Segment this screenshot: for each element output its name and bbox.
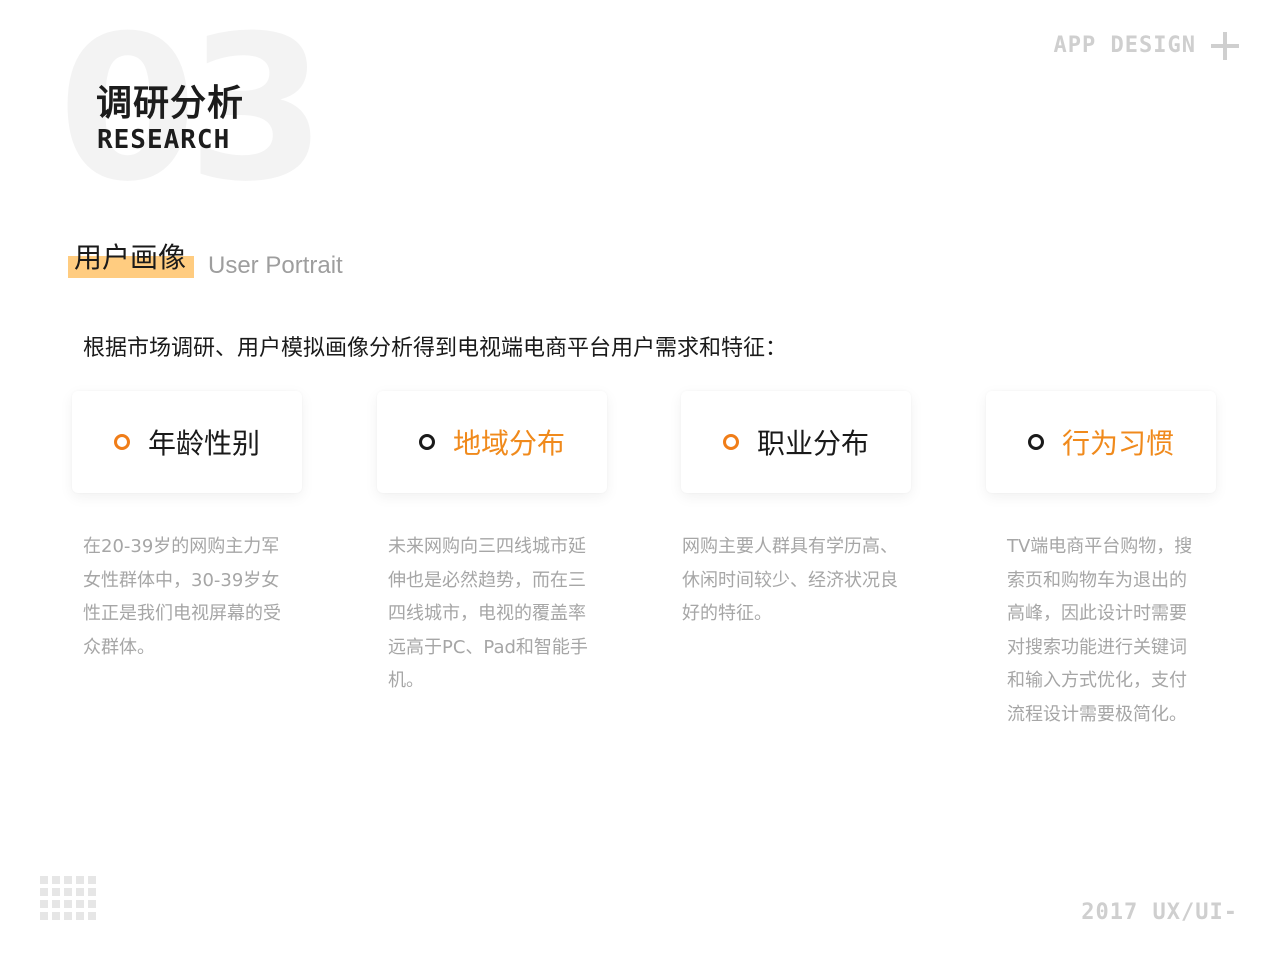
description-line: 和输入方式优化，支付: [1007, 670, 1187, 692]
description-line: 流程设计需要极简化。: [1007, 703, 1187, 725]
grid-dot: [52, 888, 60, 896]
card-label: 地域分布: [452, 427, 565, 460]
description-line: 高峰，因此设计时需要: [1007, 603, 1187, 625]
feature-card-behavior: 行为习惯: [986, 391, 1216, 493]
card-label: 职业分布: [756, 427, 869, 460]
grid-dot: [88, 876, 96, 884]
brand-label: APP DESIGN: [1053, 33, 1196, 58]
ring-dark-icon: [1027, 434, 1044, 450]
description-occupation: 网购主要人群具有学历高、 休闲时间较少、经济状况良 好的特征。: [682, 530, 898, 631]
dot-grid-decoration: [40, 876, 96, 920]
section-title: 用户画像: [74, 241, 187, 274]
description-region: 未来网购向三四线城市延 伸也是必然趋势，而在三 四线城市，电视的覆盖率 远高于P…: [388, 530, 588, 698]
plus-icon: [1211, 32, 1239, 60]
grid-dot: [76, 912, 84, 920]
grid-dot: [64, 876, 72, 884]
page-subtitle: RESEARCH: [97, 125, 231, 155]
description-age-gender: 在20-39岁的网购主力军 女性群体中，30-39岁女 性正是我们电视屏幕的受 …: [83, 530, 281, 664]
description-line: 在20-39岁的网购主力军: [83, 536, 280, 557]
description-line: 女性群体中，30-39岁女: [83, 569, 280, 591]
grid-dot: [64, 888, 72, 896]
feature-card-region: 地域分布: [377, 391, 607, 493]
grid-dot: [64, 912, 72, 920]
grid-dot: [40, 876, 48, 884]
description-line: TV端电商平台购物，搜: [1007, 536, 1193, 557]
description-line: 众群体。: [83, 636, 155, 658]
grid-dot: [52, 876, 60, 884]
description-behavior: TV端电商平台购物，搜 索页和购物车为退出的 高峰，因此设计时需要 对搜索功能进…: [1007, 530, 1192, 732]
grid-dot: [40, 900, 48, 908]
description-line: 网购主要人群具有学历高、: [682, 536, 898, 557]
description-line: 四线城市，电视的覆盖率: [388, 603, 586, 625]
description-line: 好的特征。: [682, 603, 772, 625]
description-line: 远高于PC、Pad和智能手: [388, 636, 588, 658]
grid-dot: [88, 888, 96, 896]
description-line: 伸也是必然趋势，而在三: [388, 569, 586, 591]
intro-text: 根据市场调研、用户模拟画像分析得到电视端电商平台用户需求和特征：: [83, 336, 788, 361]
card-label: 行为习惯: [1061, 427, 1174, 460]
description-line: 索页和购物车为退出的: [1007, 569, 1187, 591]
grid-dot: [64, 900, 72, 908]
description-line: 性正是我们电视屏幕的受: [83, 603, 281, 625]
section-title-en: User Portrait: [208, 252, 343, 279]
description-line: 对搜索功能进行关键词: [1007, 636, 1187, 658]
footer-label: 2017 UX/UI-: [1081, 900, 1238, 925]
grid-dot: [40, 912, 48, 920]
ring-orange-icon: [722, 434, 739, 450]
grid-dot: [88, 900, 96, 908]
description-line: 未来网购向三四线城市延: [388, 536, 586, 557]
ring-orange-icon: [113, 434, 130, 450]
card-label: 年龄性别: [147, 427, 260, 460]
page-title: 调研分析: [96, 83, 245, 124]
description-line: 休闲时间较少、经济状况良: [682, 569, 898, 591]
ring-dark-icon: [418, 434, 435, 450]
description-line: 机。: [388, 670, 424, 692]
grid-dot: [52, 900, 60, 908]
grid-dot: [76, 888, 84, 896]
grid-dot: [88, 912, 96, 920]
grid-dot: [76, 876, 84, 884]
grid-dot: [76, 900, 84, 908]
feature-card-occupation: 职业分布: [681, 391, 911, 493]
section-heading: 用户画像 User Portrait: [68, 236, 343, 279]
grid-dot: [52, 912, 60, 920]
grid-dot: [40, 888, 48, 896]
feature-card-age-gender: 年龄性别: [72, 391, 302, 493]
